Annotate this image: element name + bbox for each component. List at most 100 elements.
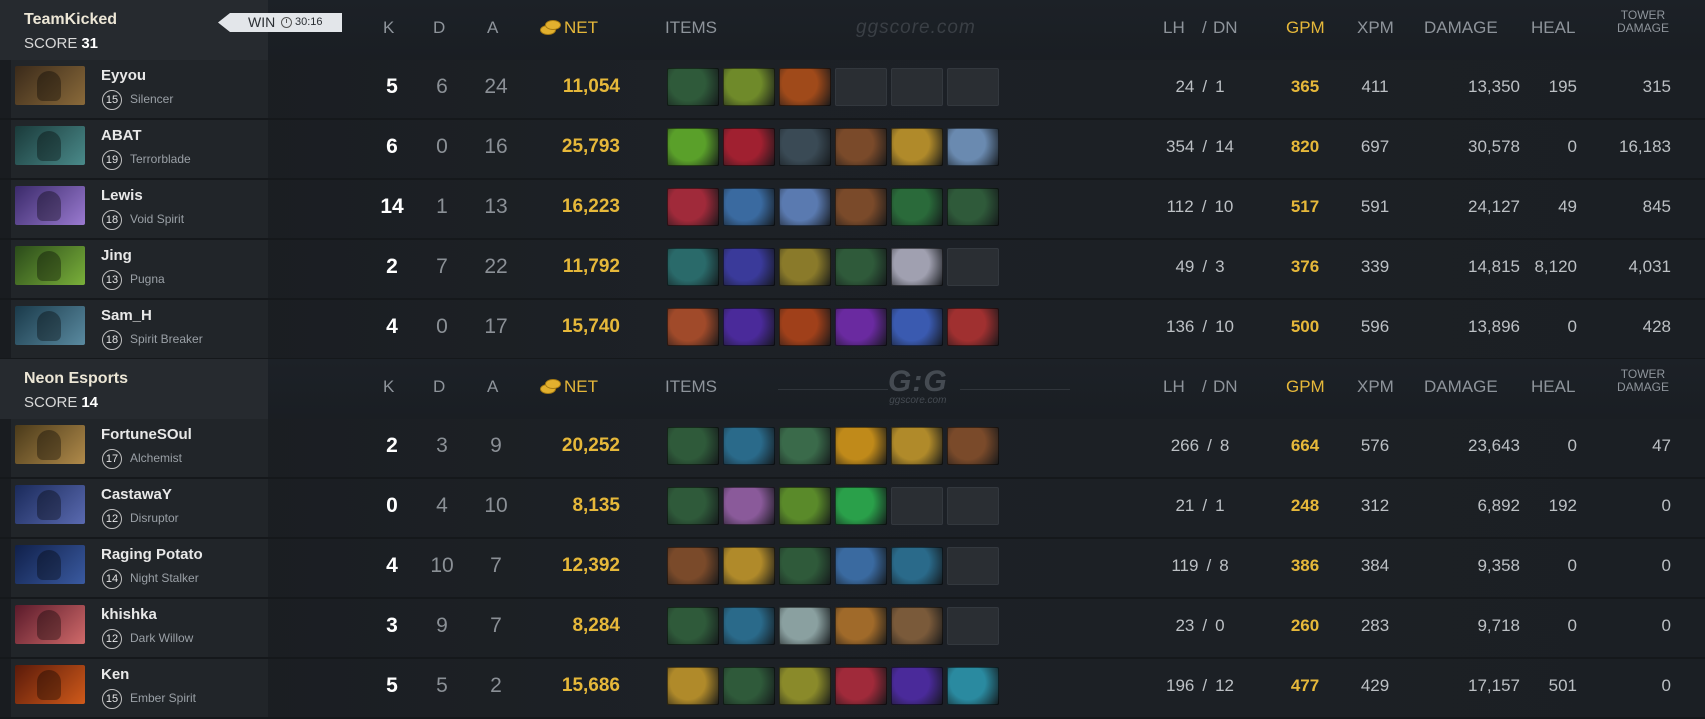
item-icon[interactable] [891,547,943,585]
item-icon[interactable] [891,427,943,465]
item-icon[interactable] [779,308,831,346]
player-name[interactable]: Jing [101,247,132,264]
item-icon[interactable] [891,667,943,705]
item-icon[interactable] [779,487,831,525]
player-name[interactable]: Raging Potato [101,546,203,563]
item-icon[interactable] [723,188,775,226]
item-icon[interactable] [835,308,887,346]
hero-portrait [15,66,85,105]
item-icon[interactable] [667,128,719,166]
item-icon[interactable] [947,427,999,465]
player-name[interactable]: Eyyou [101,67,146,84]
item-icon[interactable] [723,248,775,286]
player-row[interactable]: Raging Potato 14 Night Stalker 4 10 7 12,392 11… [0,539,1705,599]
item-icon[interactable] [835,487,887,525]
last-hits-denies: 23 / 0 [1145,616,1255,636]
empty-item-slot[interactable] [947,248,999,286]
tower-damage: 0 [1661,676,1671,695]
player-name[interactable]: ABAT [101,127,142,144]
item-icon[interactable] [667,248,719,286]
hero-name: Terrorblade [130,152,191,166]
player-row[interactable]: ABAT 19 Terrorblade 6 0 16 25,793 354/14 820 697 3… [0,120,1705,180]
item-icon[interactable] [779,188,831,226]
tower-damage: 47 [1652,436,1671,455]
item-icon[interactable] [891,188,943,226]
item-icon[interactable] [835,128,887,166]
xpm: 576 [1360,436,1390,455]
player-row[interactable]: FortuneSOul 17 Alchemist 2 3 9 20,252 266/8 664 5… [0,419,1705,479]
player-row[interactable]: CastawaY 12 Disruptor 0 4 1 0 8,135 21 / 1 248 312 6,… [0,479,1705,539]
net-worth: 8,135 [572,495,620,516]
hero-name: Alchemist [130,451,183,465]
item-icon[interactable] [723,128,775,166]
player-name[interactable]: FortuneSOul [101,426,192,443]
item-icon[interactable] [667,308,719,346]
item-icon[interactable] [947,188,999,226]
item-icon[interactable] [723,547,775,585]
tower-damage: 0 [1661,556,1671,575]
item-icon[interactable] [723,607,775,645]
item-icon[interactable] [723,68,775,106]
last-hits: 24 [1175,77,1195,96]
item-icon[interactable] [947,667,999,705]
item-icon[interactable] [723,487,775,525]
item-icon[interactable] [723,667,775,705]
player-row[interactable]: Ken 15 Ember Spirit 5 5 2 15,686 196/12 477 429 17… [0,659,1705,719]
item-icon[interactable] [835,248,887,286]
item-icon[interactable] [779,68,831,106]
item-icon[interactable] [835,667,887,705]
item-icon[interactable] [667,427,719,465]
empty-item-slot[interactable] [947,68,999,106]
empty-item-slot[interactable] [947,547,999,585]
item-icon[interactable] [835,547,887,585]
item-icon[interactable] [779,128,831,166]
item-icon[interactable] [667,667,719,705]
item-icon[interactable] [667,188,719,226]
item-icon[interactable] [723,427,775,465]
item-icon[interactable] [947,308,999,346]
item-icon[interactable] [667,487,719,525]
item-icon[interactable] [891,128,943,166]
item-icon[interactable] [779,607,831,645]
xpm: 312 [1360,496,1390,515]
player-row[interactable]: Lewis 18 Void Spirit 14 1 13 16,223 112/10 517 59… [0,180,1705,240]
item-icon[interactable] [891,308,943,346]
item-icon[interactable] [667,607,719,645]
hero-portrait [15,186,85,225]
player-row[interactable]: Sam_H 18 Spirit Breaker 4 0 17 15,740 136/10 500… [0,300,1705,360]
empty-item-slot[interactable] [891,487,943,525]
item-icon[interactable] [835,607,887,645]
item-icon[interactable] [779,427,831,465]
item-icon[interactable] [779,547,831,585]
hero-portrait [15,545,85,584]
deaths: 4 [436,494,448,517]
item-icon[interactable] [667,68,719,106]
player-name[interactable]: Ken [101,666,129,683]
player-name[interactable]: Sam_H [101,307,152,324]
item-icon[interactable] [779,667,831,705]
empty-item-slot[interactable] [947,607,999,645]
item-icon[interactable] [891,607,943,645]
empty-item-slot[interactable] [891,68,943,106]
item-icon[interactable] [891,248,943,286]
player-name[interactable]: khishka [101,606,157,623]
player-row[interactable]: Jing 13 Pugna 2 7 22 11,792 49/3 376 339 14,815 8,1… [0,240,1705,300]
player-row[interactable]: khishka 12 Dark Willow 3 9 7 8,284 23/0 260 283 9,… [0,599,1705,659]
deaths: 3 [436,434,448,457]
empty-item-slot[interactable] [835,68,887,106]
kills: 5 [386,75,398,98]
player-name[interactable]: Lewis [101,187,143,204]
item-icon[interactable] [947,128,999,166]
player-info: Sam_H 18 Spirit Breaker [11,300,268,358]
item-icon[interactable] [835,427,887,465]
tower-damage: 0 [1661,496,1671,515]
empty-item-slot[interactable] [947,487,999,525]
item-icon[interactable] [667,547,719,585]
player-name[interactable]: CastawaY [101,486,172,503]
item-icon[interactable] [779,248,831,286]
item-icon[interactable] [723,308,775,346]
item-icon[interactable] [835,188,887,226]
hero-level: 18 [102,210,122,230]
separator: / [1202,676,1208,695]
player-row[interactable]: Eyyou 15 Silencer 5 6 24 11,054 24 / 1 365 411 13,35… [0,60,1705,120]
